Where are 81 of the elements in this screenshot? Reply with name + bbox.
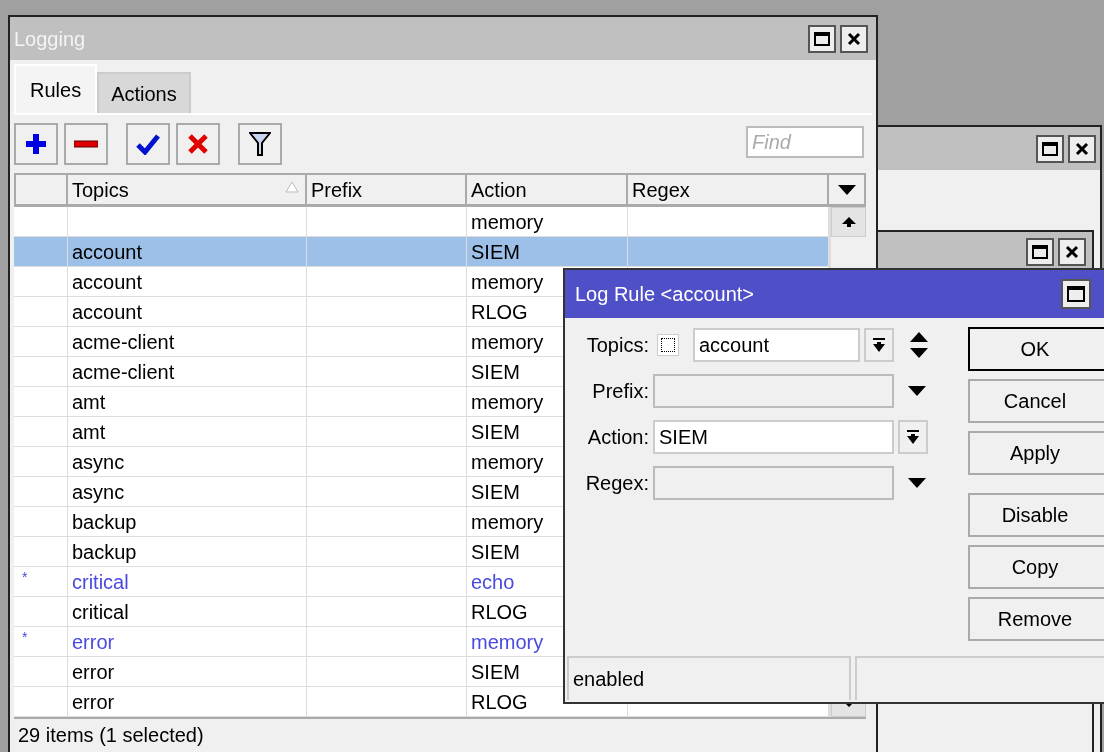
table-cell-text: async	[72, 479, 125, 505]
close-icon[interactable]	[1068, 134, 1096, 163]
table-cell-text: error	[72, 689, 115, 715]
maximize-icon[interactable]	[1036, 134, 1064, 163]
table-cell-text: SIEM	[471, 539, 520, 565]
input-field[interactable]	[653, 374, 894, 408]
table-cell-text: account	[72, 299, 143, 325]
status-text: 29 items (1 selected)	[18, 723, 204, 748]
table-cell-text: memory	[471, 509, 544, 535]
remove-button[interactable]	[64, 123, 108, 165]
table-cell-text: account	[72, 269, 143, 295]
table-cell-text: acme-client	[72, 359, 175, 385]
plus-icon	[24, 132, 48, 156]
field-label: Topics:	[585, 333, 650, 358]
table-cell-text: critical	[72, 599, 129, 625]
table-cell-text: RLOG	[471, 299, 528, 325]
table-cell-text: backup	[72, 509, 137, 535]
table-row[interactable]: account SIEM	[14, 237, 829, 267]
table-cell-text: critical	[72, 569, 129, 595]
search-field[interactable]: Find	[746, 126, 864, 158]
close-icon[interactable]	[840, 24, 868, 53]
maximize-icon[interactable]	[808, 24, 836, 53]
input-field[interactable]: account	[693, 328, 860, 362]
disable-button[interactable]	[176, 123, 220, 165]
checkbox[interactable]	[657, 334, 679, 356]
enable-button[interactable]	[126, 123, 170, 165]
maximize-icon[interactable]	[1026, 238, 1054, 266]
table-cell-text: SIEM	[471, 359, 520, 385]
default-marker: *	[22, 629, 28, 645]
table-cell-text: error	[72, 659, 115, 685]
table-cell-text: SIEM	[471, 479, 520, 505]
dialog-button[interactable]: Apply	[968, 431, 1104, 475]
scroll-up-button[interactable]	[831, 207, 866, 237]
maximize-icon[interactable]	[1061, 279, 1091, 309]
table-cell-text: SIEM	[471, 419, 520, 445]
arrow-down-icon	[872, 337, 886, 353]
input-field[interactable]: SIEM	[653, 420, 894, 454]
table-row[interactable]: memory	[14, 207, 829, 237]
dropdown-icon[interactable]	[908, 386, 926, 396]
dialog-button[interactable]: OK	[968, 327, 1104, 371]
field-label: Action:	[586, 425, 650, 450]
table-cell-text: SIEM	[471, 239, 520, 265]
dropdown-button[interactable]	[898, 420, 928, 454]
table-cell-text: SIEM	[471, 659, 520, 685]
table-cell-text: amt	[72, 389, 106, 415]
default-marker: *	[22, 569, 28, 585]
table-cell-text: amt	[72, 419, 106, 445]
cross-icon	[187, 133, 209, 155]
table-cell-text: memory	[471, 449, 544, 475]
minus-icon	[74, 140, 98, 148]
table-cell-text: account	[72, 239, 143, 265]
input-field[interactable]	[653, 466, 894, 500]
table-cell-text: memory	[471, 329, 544, 355]
tab[interactable]: Rules	[14, 64, 98, 113]
dropdown-button[interactable]	[864, 328, 894, 362]
arrow-down-icon	[906, 429, 920, 445]
table-cell-text: async	[72, 449, 125, 475]
table-cell-text: acme-client	[72, 329, 175, 355]
table-cell-text: memory	[471, 389, 544, 415]
table-cell-text: RLOG	[471, 599, 528, 625]
table-cell-text: RLOG	[471, 689, 528, 715]
triangle-down-icon	[837, 184, 856, 195]
dialog-button[interactable]: Disable	[968, 493, 1104, 537]
check-icon	[136, 133, 160, 155]
table-cell-text: memory	[471, 629, 544, 655]
up-down-icon[interactable]	[910, 332, 928, 358]
filter-button[interactable]	[238, 123, 282, 165]
table-cell-text: memory	[471, 209, 544, 235]
arrow-up-icon	[840, 216, 857, 228]
dialog-button[interactable]: Cancel	[968, 379, 1104, 423]
table-cell-text: error	[72, 629, 115, 655]
filter-icon	[249, 131, 271, 157]
table-cell-text: memory	[471, 269, 544, 295]
table-cell-text: backup	[72, 539, 137, 565]
tab[interactable]: Actions	[97, 72, 191, 113]
dialog-button[interactable]: Copy	[968, 545, 1104, 589]
table-cell-text: echo	[471, 569, 515, 595]
close-icon[interactable]	[1058, 238, 1086, 266]
dialog-button[interactable]: Remove	[968, 597, 1104, 641]
add-button[interactable]	[14, 123, 58, 165]
dropdown-icon[interactable]	[908, 478, 926, 488]
